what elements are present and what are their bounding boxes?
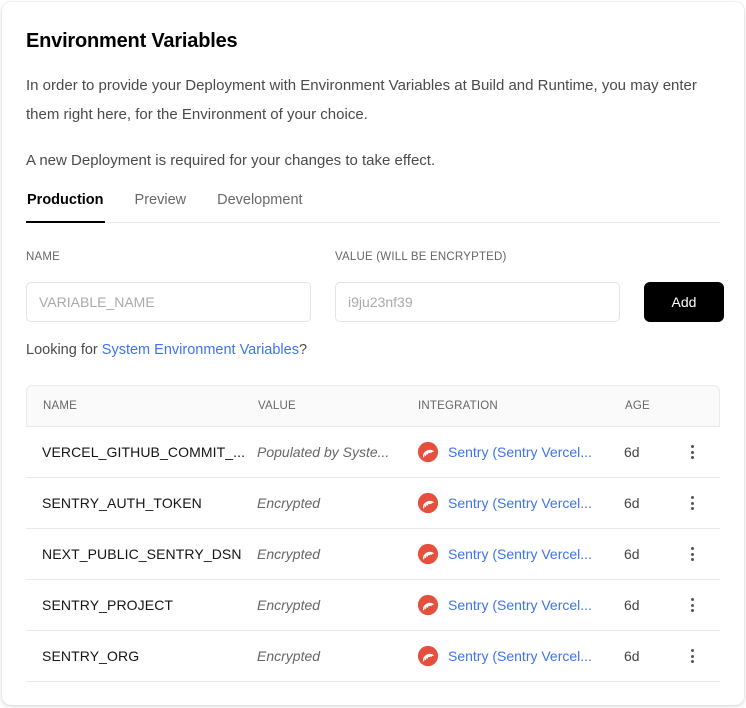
- variable-name: VERCEL_GITHUB_COMMIT_...: [42, 444, 257, 460]
- integration-cell: Sentry (Sentry Vercel...: [417, 645, 624, 667]
- row-menu-button[interactable]: [680, 644, 704, 668]
- variable-name: NEXT_PUBLIC_SENTRY_DSN: [42, 546, 257, 562]
- variable-name: SENTRY_AUTH_TOKEN: [42, 495, 257, 511]
- sentry-icon: [417, 441, 439, 463]
- integration-cell: Sentry (Sentry Vercel...: [417, 441, 624, 463]
- intro-paragraph-2: A new Deployment is required for your ch…: [26, 146, 720, 175]
- table-row: SENTRY_ORG Encrypted Sentry (Sentry Verc…: [26, 631, 720, 682]
- page-title: Environment Variables: [26, 30, 720, 53]
- variable-age: 6d: [624, 597, 680, 613]
- column-header-age: AGE: [625, 400, 679, 412]
- hint-suffix: ?: [299, 342, 307, 358]
- sentry-icon: [417, 492, 439, 514]
- system-env-variables-link[interactable]: System Environment Variables: [102, 342, 299, 358]
- sentry-icon: [417, 594, 439, 616]
- integration-link[interactable]: Sentry (Sentry Vercel...: [448, 444, 592, 460]
- variable-name: SENTRY_PROJECT: [42, 597, 257, 613]
- row-menu-button[interactable]: [680, 491, 704, 515]
- integration-cell: Sentry (Sentry Vercel...: [417, 594, 624, 616]
- integration-cell: Sentry (Sentry Vercel...: [417, 543, 624, 565]
- add-variable-form: NAME VALUE (WILL BE ENCRYPTED) Add: [26, 251, 720, 322]
- sentry-icon: [417, 645, 439, 667]
- environment-variables-panel: Environment Variables In order to provid…: [2, 2, 744, 705]
- environment-tabs: Production Preview Development: [26, 192, 720, 223]
- table-row: VERCEL_GITHUB_COMMIT_... Populated by Sy…: [26, 427, 720, 478]
- add-button[interactable]: Add: [644, 282, 724, 322]
- name-field-label: NAME: [26, 251, 311, 264]
- table-row: NEXT_PUBLIC_SENTRY_DSN Encrypted Sentry …: [26, 529, 720, 580]
- row-menu-button[interactable]: [680, 542, 704, 566]
- column-header-name: NAME: [43, 400, 258, 412]
- variable-value-input[interactable]: [335, 282, 620, 322]
- integration-cell: Sentry (Sentry Vercel...: [417, 492, 624, 514]
- integration-link[interactable]: Sentry (Sentry Vercel...: [448, 597, 592, 613]
- integration-link[interactable]: Sentry (Sentry Vercel...: [448, 546, 592, 562]
- tab-production[interactable]: Production: [26, 192, 105, 223]
- table-row: SENTRY_PROJECT Encrypted Sentry (Sentry …: [26, 580, 720, 631]
- row-menu-button[interactable]: [680, 440, 704, 464]
- intro-paragraph-1: In order to provide your Deployment with…: [26, 71, 720, 129]
- name-field-group: NAME: [26, 251, 311, 322]
- variable-value: Populated by Syste...: [257, 444, 417, 460]
- intro-text: In order to provide your Deployment with…: [26, 71, 720, 175]
- variable-name-input[interactable]: [26, 282, 311, 322]
- hint-prefix: Looking for: [26, 342, 102, 358]
- tab-preview[interactable]: Preview: [134, 192, 188, 223]
- integration-link[interactable]: Sentry (Sentry Vercel...: [448, 495, 592, 511]
- sentry-icon: [417, 543, 439, 565]
- variable-age: 6d: [624, 648, 680, 664]
- variable-age: 6d: [624, 444, 680, 460]
- system-env-hint: Looking for System Environment Variables…: [26, 340, 720, 360]
- value-field-group: VALUE (WILL BE ENCRYPTED): [335, 251, 620, 322]
- row-menu-button[interactable]: [680, 593, 704, 617]
- tab-development[interactable]: Development: [216, 192, 303, 223]
- value-field-label: VALUE (WILL BE ENCRYPTED): [335, 251, 620, 264]
- table-header-row: NAME VALUE INTEGRATION AGE: [26, 385, 720, 427]
- integration-link[interactable]: Sentry (Sentry Vercel...: [448, 648, 592, 664]
- variable-value: Encrypted: [257, 495, 417, 511]
- table-row: SENTRY_AUTH_TOKEN Encrypted Sentry (Sent…: [26, 478, 720, 529]
- environment-variables-table: NAME VALUE INTEGRATION AGE VERCEL_GITHUB…: [26, 385, 720, 682]
- variable-name: SENTRY_ORG: [42, 648, 257, 664]
- variable-age: 6d: [624, 495, 680, 511]
- variable-value: Encrypted: [257, 546, 417, 562]
- variable-value: Encrypted: [257, 597, 417, 613]
- column-header-value: VALUE: [258, 400, 418, 412]
- column-header-integration: INTEGRATION: [418, 400, 625, 412]
- variable-value: Encrypted: [257, 648, 417, 664]
- variable-age: 6d: [624, 546, 680, 562]
